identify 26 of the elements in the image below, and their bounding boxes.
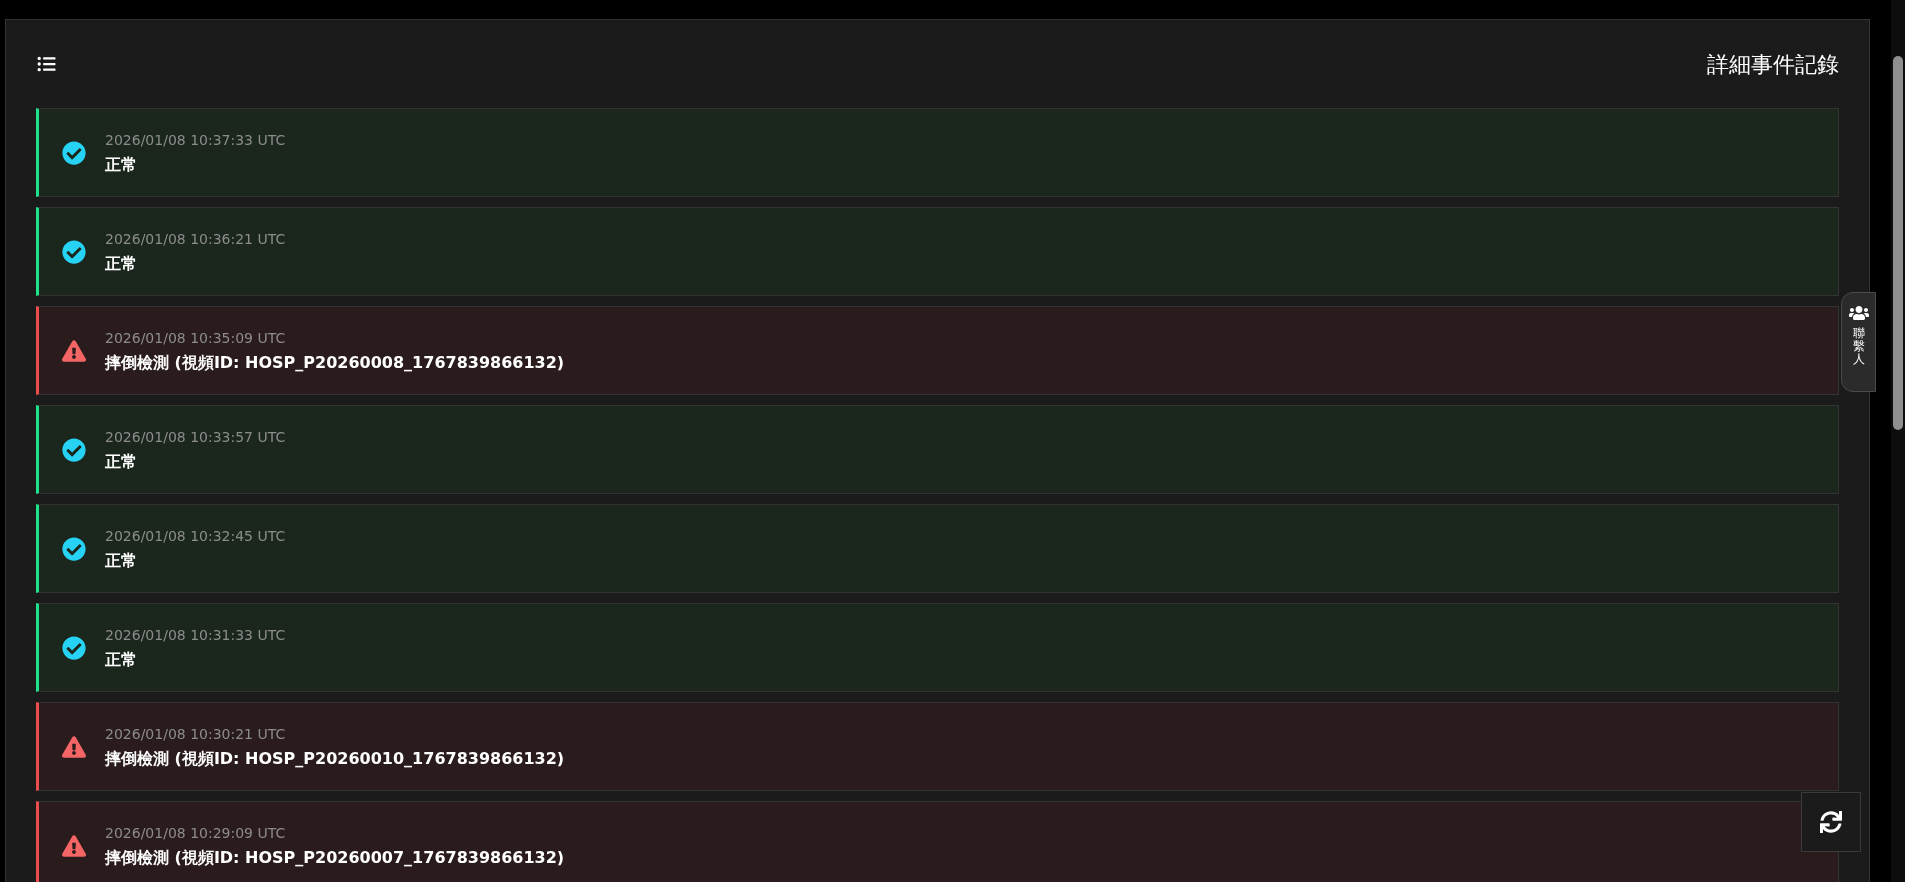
event-message: 正常 xyxy=(105,450,138,473)
event-time: 2026/01/08 10:36:21 UTC xyxy=(105,229,286,249)
event-time: 2026/01/08 10:30:21 UTC xyxy=(105,724,287,744)
list-icon xyxy=(36,55,57,73)
event-time: 2026/01/08 10:35:09 UTC xyxy=(105,328,287,348)
warning-icon xyxy=(62,339,86,362)
event-time: 2026/01/08 10:37:33 UTC xyxy=(105,130,286,150)
event-message: 摔倒檢測 (視頻ID: HOSP_P20260008_1767839866132) xyxy=(105,351,565,374)
users-icon xyxy=(1848,305,1869,321)
scrollbar-thumb[interactable] xyxy=(1893,56,1903,430)
event-time: 2026/01/08 10:29:09 UTC xyxy=(105,823,287,843)
event-message: 正常 xyxy=(105,252,138,275)
contact-tab[interactable]: 聯繫人 xyxy=(1841,292,1876,392)
event-time: 2026/01/08 10:32:45 UTC xyxy=(105,526,286,546)
warning-icon xyxy=(62,735,86,758)
event-time: 2026/01/08 10:33:57 UTC xyxy=(105,427,286,447)
event-message: 摔倒檢測 (視頻ID: HOSP_P20260007_1767839866132) xyxy=(105,846,565,869)
event-time: 2026/01/08 10:31:33 UTC xyxy=(105,625,286,645)
refresh-button[interactable] xyxy=(1801,792,1861,852)
event-message: 正常 xyxy=(105,153,138,176)
warning-icon xyxy=(62,834,86,857)
panel-title: 詳細事件記錄 xyxy=(1707,50,1839,79)
event-message: 正常 xyxy=(105,549,138,572)
event-message: 正常 xyxy=(105,648,138,671)
refresh-icon xyxy=(1820,811,1842,833)
event-message: 摔倒檢測 (視頻ID: HOSP_P20260010_1767839866132) xyxy=(105,747,565,770)
